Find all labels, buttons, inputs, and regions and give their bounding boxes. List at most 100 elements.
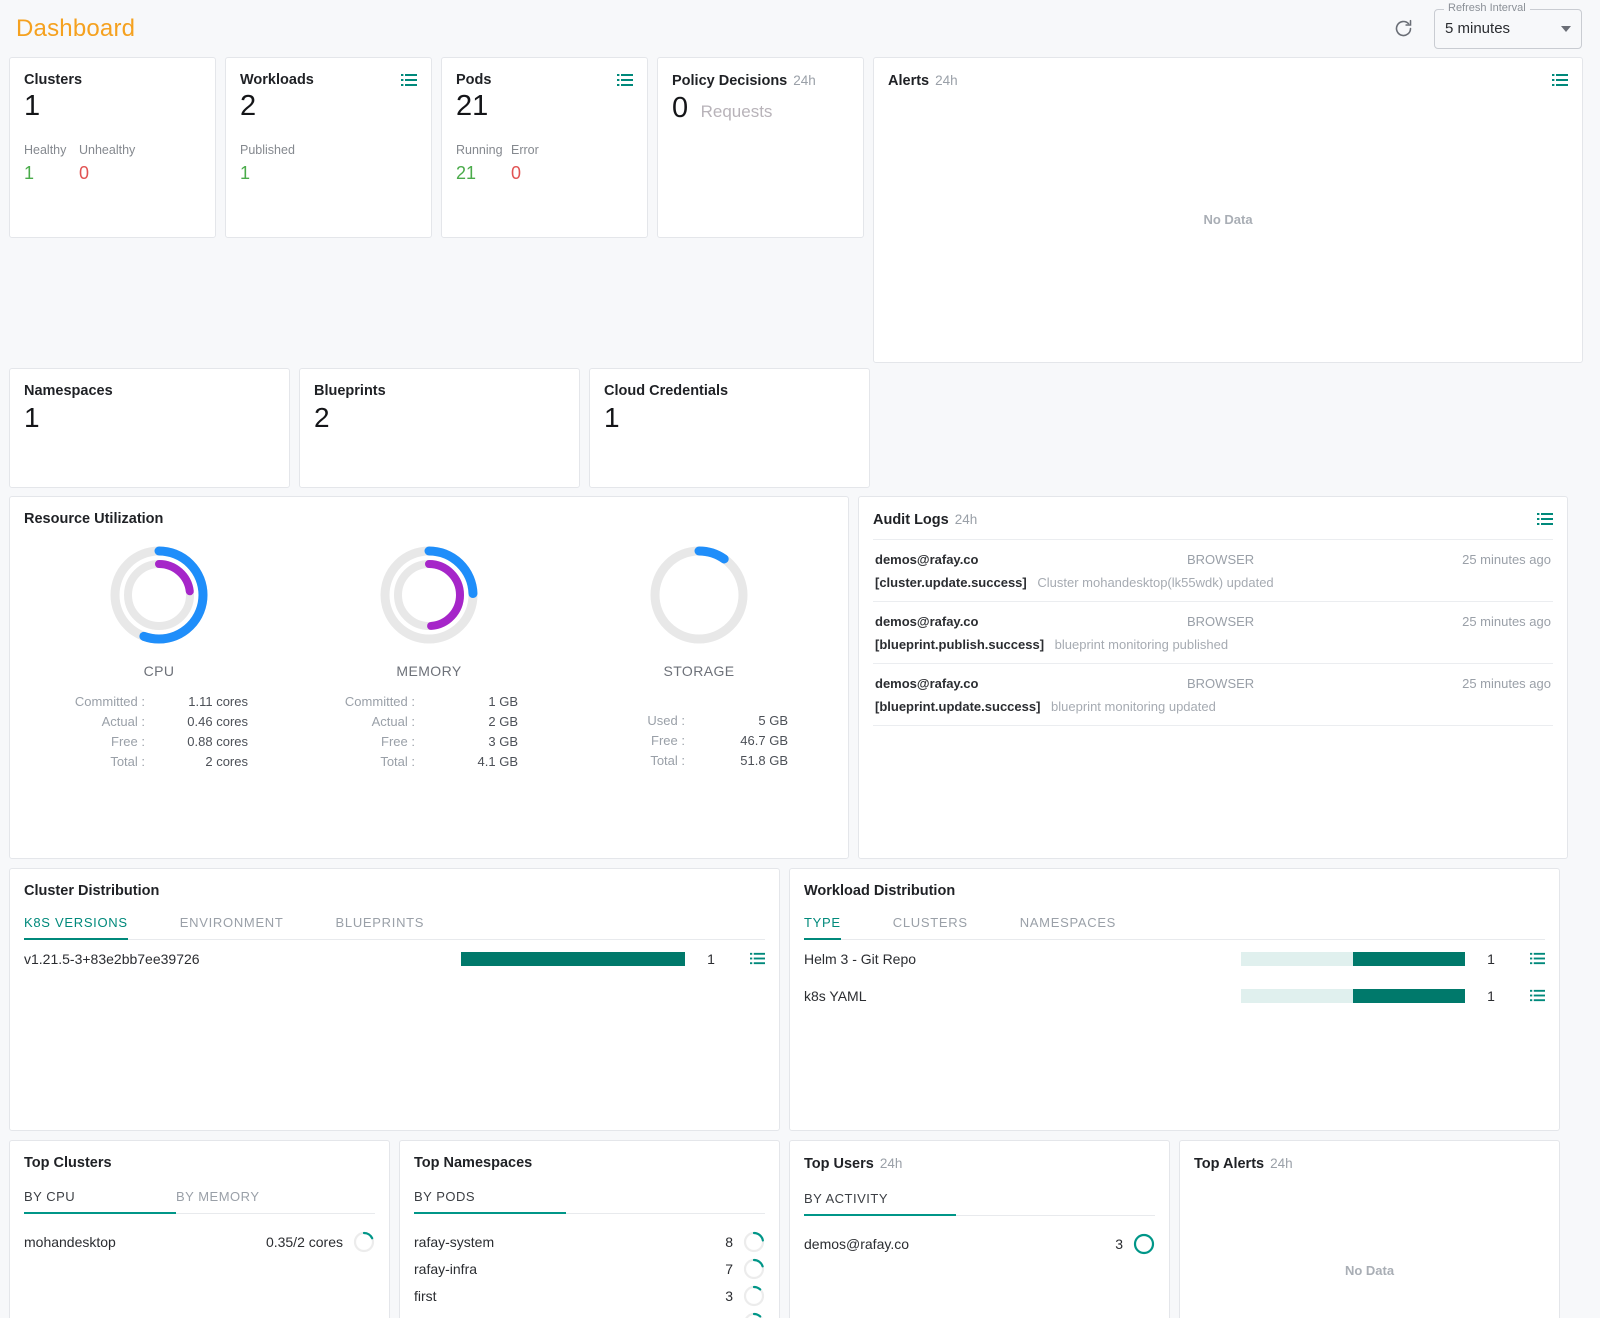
audit-log-item[interactable]: demos@rafay.co BROWSER 25 minutes ago [b… <box>873 601 1553 663</box>
memory-label: MEMORY <box>396 663 462 679</box>
top-namespaces-tabs: BY PODS <box>414 1189 765 1214</box>
donut-group: CPU Committed : 1.11 cores Actual : 0.46 c… <box>24 543 834 771</box>
tab-by-pods[interactable]: BY PODS <box>414 1189 566 1214</box>
top-users-list: demos@rafay.co 3 <box>804 1230 1155 1257</box>
top-alerts-period: 24h <box>1270 1156 1293 1171</box>
blueprints-card: Blueprints 2 <box>299 368 580 488</box>
bar-fill <box>1353 951 1465 966</box>
memory-free-label: Free : <box>381 733 415 749</box>
top-namespace-value: 3 <box>725 1315 733 1318</box>
bar-track <box>1241 988 1465 1003</box>
audit-source: BROWSER <box>1187 614 1255 629</box>
dashboard-grid: Clusters 1 Healthy 1 Unhealthy 0 Workloa… <box>0 57 1600 1318</box>
audit-log-item[interactable]: demos@rafay.co BROWSER 25 minutes ago [c… <box>873 539 1553 601</box>
audit-event-tag: [blueprint.update.success] <box>875 699 1041 714</box>
tab-blueprints[interactable]: BLUEPRINTS <box>336 915 425 939</box>
clusters-healthy-label: Healthy <box>24 143 67 158</box>
cluster-version-name: v1.21.5-3+83e2bb7ee39726 <box>24 950 200 967</box>
top-cluster-name: mohandesktop <box>24 1233 116 1250</box>
memory-total-label: Total : <box>380 753 415 769</box>
cluster-distribution-tabs: K8S VERSIONS ENVIRONMENT BLUEPRINTS <box>24 915 765 940</box>
cpu-label: CPU <box>143 663 175 679</box>
audit-logs-list-icon[interactable] <box>1537 511 1553 527</box>
audit-source: BROWSER <box>1187 676 1255 691</box>
audit-list-divider <box>873 725 1553 726</box>
workload-type-name: k8s YAML <box>804 987 867 1004</box>
top-namespace-name: rafay-system <box>414 1233 495 1250</box>
table-row: Free : 3 GB <box>294 731 564 751</box>
policy-decisions-title: Policy Decisions <box>672 73 788 89</box>
workloads-title: Workloads <box>240 72 314 88</box>
workload-type-bar: 1 <box>1241 988 1545 1004</box>
list-item: first 3 <box>414 1282 765 1309</box>
clusters-value: 1 <box>24 90 41 122</box>
top-namespace-name: kube-system <box>414 1315 493 1318</box>
audit-log-item[interactable]: demos@rafay.co BROWSER 25 minutes ago [b… <box>873 663 1553 725</box>
top-user-name: demos@rafay.co <box>804 1235 909 1252</box>
table-row: Helm 3 - Git Repo 1 <box>804 940 1545 977</box>
tab-by-memory[interactable]: BY MEMORY <box>176 1189 259 1213</box>
storage-free-label: Free : <box>651 732 685 748</box>
cpu-donut-col: CPU Committed : 1.11 cores Actual : 0.46 c… <box>24 543 294 771</box>
tab-k8s-versions[interactable]: K8S VERSIONS <box>24 915 128 940</box>
tab-clusters[interactable]: CLUSTERS <box>893 915 968 939</box>
table-row: Total : 4.1 GB <box>294 751 564 771</box>
audit-description: blueprint monitoring published <box>1054 637 1229 652</box>
top-namespace-value: 8 <box>725 1233 733 1250</box>
table-row: Committed : 1.11 cores <box>24 691 294 711</box>
cpu-actual-value: 0.46 cores <box>187 713 248 729</box>
workloads-published: Published 1 <box>240 143 295 184</box>
list-item: demos@rafay.co 3 <box>804 1230 1155 1257</box>
top-namespace-name: rafay-infra <box>414 1260 478 1277</box>
table-row: Used : 5 GB <box>564 710 834 730</box>
tab-by-activity[interactable]: BY ACTIVITY <box>804 1191 956 1216</box>
top-clusters-list: mohandesktop 0.35/2 cores <box>24 1228 375 1255</box>
audit-description: blueprint monitoring updated <box>1051 699 1216 714</box>
audit-logs-title: Audit Logs <box>873 512 949 528</box>
audit-description: Cluster mohandesktop(lk55wdk) updated <box>1037 575 1274 590</box>
cluster-version-list-icon[interactable] <box>737 951 765 966</box>
workload-distribution-title: Workload Distribution <box>804 883 956 899</box>
top-namespaces-card: Top Namespaces BY PODS rafay-system 8 ra… <box>399 1140 780 1318</box>
pods-title: Pods <box>456 72 492 88</box>
refresh-icon[interactable] <box>1390 16 1416 42</box>
table-row: k8s YAML 1 <box>804 977 1545 1014</box>
memory-stats-table: Committed :1 GB Actual :2 GB Free :3 GB … <box>294 691 564 771</box>
memory-donut-col: MEMORY Committed : 1 GB Actual : 2 GB Free… <box>294 543 564 771</box>
top-namespace-ring <box>743 1231 765 1253</box>
top-clusters-tabs: BY CPU BY MEMORY <box>24 1189 375 1214</box>
workload-type-list-icon[interactable] <box>1517 988 1545 1003</box>
top-clusters-title: Top Clusters <box>24 1155 112 1171</box>
cpu-total-label: Total : <box>110 753 145 769</box>
cpu-committed-value: 1.11 cores <box>188 693 248 709</box>
page-title: Dashboard <box>16 14 136 42</box>
audit-logs-period: 24h <box>954 512 978 527</box>
table-row: v1.21.5-3+83e2bb7ee39726 1 <box>24 940 765 977</box>
workload-type-bar: 1 <box>1241 951 1545 967</box>
top-user-value: 3 <box>1115 1235 1123 1252</box>
workloads-value: 2 <box>240 90 257 122</box>
top-alerts-title: Top Alerts <box>1194 1156 1265 1172</box>
alerts-empty-text: No Data <box>1203 212 1253 227</box>
bar-track <box>461 951 685 966</box>
alerts-list-icon[interactable] <box>1552 72 1568 88</box>
tab-namespaces[interactable]: NAMESPACES <box>1020 915 1116 939</box>
tab-environment[interactable]: ENVIRONMENT <box>180 915 284 939</box>
pods-card: Pods 21 Running 21 Error 0 <box>441 57 648 238</box>
storage-used-label: Used : <box>647 712 685 728</box>
memory-actual-value: 2 GB <box>488 713 518 729</box>
alerts-card: Alerts 24h No Data <box>873 57 1583 363</box>
workloads-list-icon[interactable] <box>401 72 417 88</box>
tab-type[interactable]: TYPE <box>804 915 841 940</box>
cpu-free-label: Free : <box>111 733 145 749</box>
chevron-down-icon <box>1561 25 1571 32</box>
refresh-interval-select[interactable]: Refresh Interval 5 minutes <box>1434 1 1582 49</box>
cluster-version-count: 1 <box>707 950 715 967</box>
audit-timestamp: 25 minutes ago <box>1462 552 1551 567</box>
cpu-committed-label: Committed : <box>74 693 145 709</box>
pods-list-icon[interactable] <box>617 72 633 88</box>
audit-user: demos@rafay.co <box>875 614 979 629</box>
table-row: Total : 2 cores <box>24 751 294 771</box>
workload-type-list-icon[interactable] <box>1517 951 1545 966</box>
tab-by-cpu[interactable]: BY CPU <box>24 1189 176 1214</box>
